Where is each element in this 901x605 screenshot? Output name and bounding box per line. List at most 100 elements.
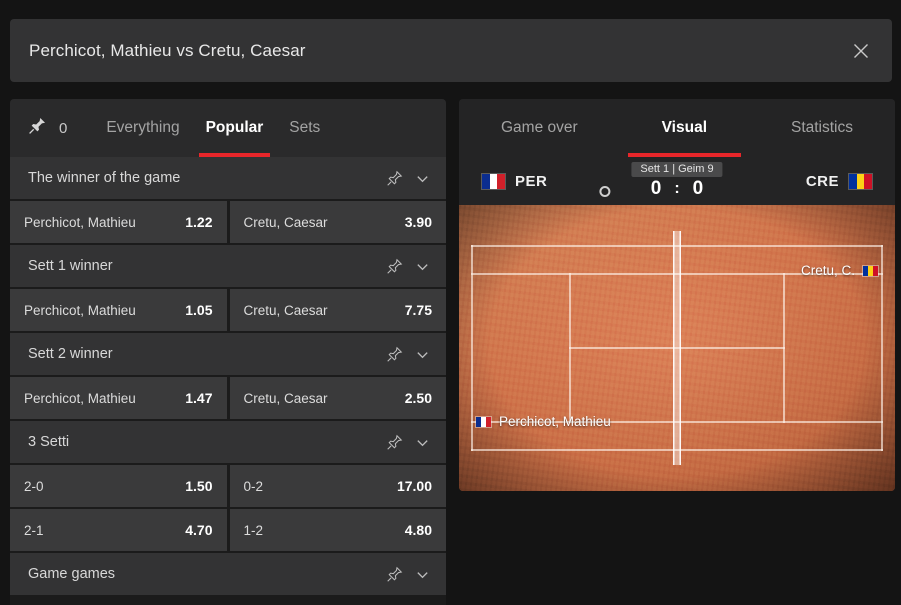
chevron-down-icon[interactable] xyxy=(415,567,430,582)
score-line: 0 : 0 xyxy=(651,178,703,200)
court-player-away-name: Cretu, C. xyxy=(800,263,855,278)
tennis-court-visualization: Perchicot, Mathieu Cretu, C. xyxy=(459,205,895,491)
markets-tabbar: 0 Everything Popular Sets xyxy=(10,99,446,157)
market-header[interactable]: 3 Setti xyxy=(10,421,446,463)
scoreboard: PER Sett 1 | Geim 9 0 : 0 CRE xyxy=(459,157,895,205)
period-badge: Sett 1 | Geim 9 xyxy=(631,162,723,177)
close-button[interactable] xyxy=(844,34,878,68)
serve-ball-icon xyxy=(599,186,611,197)
market-title: 3 Setti xyxy=(28,434,70,450)
court-player-label-away: Cretu, C. xyxy=(801,263,879,278)
tab-sets[interactable]: Sets xyxy=(276,99,333,157)
chevron-down-icon[interactable] xyxy=(415,259,430,274)
selection-name: 2-1 xyxy=(24,522,44,538)
odds-button[interactable]: Cretu, Caesar 3.90 xyxy=(229,201,446,243)
tab-game-over-label: Game over xyxy=(500,119,578,136)
markets-panel: 0 Everything Popular Sets The winner of … xyxy=(10,99,446,605)
selection-odds: 7.75 xyxy=(404,302,432,318)
chevron-down-icon[interactable] xyxy=(415,171,430,186)
page-title: Perchicot, Mathieu vs Cretu, Caesar xyxy=(29,40,306,60)
odds-row: Perchicot, Mathieu 1.22 Cretu, Caesar 3.… xyxy=(10,201,446,243)
odds-row: 2-0 1.50 0-2 17.00 xyxy=(10,465,446,507)
away-team-abbr: CRE xyxy=(805,172,839,190)
selection-name: Cretu, Caesar xyxy=(243,302,328,318)
tab-everything-label: Everything xyxy=(106,119,180,136)
selection-name: Cretu, Caesar xyxy=(243,390,328,406)
window-titlebar: Perchicot, Mathieu vs Cretu, Caesar xyxy=(10,19,892,82)
romania-flag-icon xyxy=(848,172,873,190)
odds-button[interactable]: Cretu, Caesar 7.75 xyxy=(229,289,446,331)
selection-odds: 17.00 xyxy=(396,478,432,494)
selection-name: 0-2 xyxy=(243,478,264,494)
pushpin-outline-icon[interactable] xyxy=(386,346,403,363)
market-title: Sett 2 winner xyxy=(28,346,113,362)
odds-row: Perchicot, Mathieu 1.05 Cretu, Caesar 7.… xyxy=(10,289,446,331)
pinned-count: 0 xyxy=(59,119,68,137)
odds-row: Perchicot, Mathieu 1.47 Cretu, Caesar 2.… xyxy=(10,377,446,419)
market-header[interactable]: The winner of the game xyxy=(10,157,446,199)
score-display: Sett 1 | Geim 9 0 : 0 xyxy=(599,162,723,200)
chevron-down-icon[interactable] xyxy=(415,347,430,362)
away-score: 0 xyxy=(692,178,704,199)
score-separator: : xyxy=(674,180,680,197)
odds-button[interactable]: Perchicot, Mathieu 1.05 xyxy=(10,289,227,331)
tab-visual[interactable]: Visual xyxy=(627,99,742,157)
selection-odds: 2.50 xyxy=(404,390,432,406)
pinned-markets-button[interactable]: 0 xyxy=(28,116,67,140)
romania-flag-icon xyxy=(862,264,879,277)
odds-button[interactable]: 1-2 4.80 xyxy=(229,509,446,551)
selection-name: Perchicot, Mathieu xyxy=(24,390,136,406)
match-view-tabbar: Game over Visual Statistics xyxy=(459,99,895,157)
close-icon xyxy=(851,41,871,61)
odds-button[interactable]: Cretu, Caesar 2.50 xyxy=(229,377,446,419)
pushpin-filled-icon xyxy=(28,116,47,140)
home-team-abbr: PER xyxy=(515,172,548,190)
away-team: CRE xyxy=(805,172,873,190)
tab-popular[interactable]: Popular xyxy=(193,99,277,157)
tab-sets-label: Sets xyxy=(289,119,321,136)
selection-name: Perchicot, Mathieu xyxy=(24,302,136,318)
selection-odds: 1.05 xyxy=(185,302,213,318)
tab-popular-label: Popular xyxy=(205,119,264,136)
market-header[interactable]: Sett 2 winner xyxy=(10,333,446,375)
market-title: Sett 1 winner xyxy=(28,258,113,274)
market-title: The winner of the game xyxy=(28,170,181,186)
tab-statistics[interactable]: Statistics xyxy=(781,99,863,157)
selection-name: Perchicot, Mathieu xyxy=(24,214,136,230)
pushpin-outline-icon[interactable] xyxy=(386,566,403,583)
odds-button[interactable]: Perchicot, Mathieu 1.22 xyxy=(10,201,227,243)
selection-odds: 3.90 xyxy=(404,214,432,230)
tab-statistics-label: Statistics xyxy=(790,119,853,136)
tab-visual-label: Visual xyxy=(661,119,708,136)
selection-odds: 1.22 xyxy=(185,214,213,230)
court-player-home-name: Perchicot, Mathieu xyxy=(499,414,611,429)
odds-button[interactable]: 2-0 1.50 xyxy=(10,465,227,507)
chevron-down-icon[interactable] xyxy=(415,435,430,450)
match-view-panel: Game over Visual Statistics PER Sett 1 |… xyxy=(459,99,895,491)
markets-list: The winner of the game Perchicot, Mathie… xyxy=(10,157,446,595)
pushpin-outline-icon[interactable] xyxy=(386,170,403,187)
court-player-label-home: Perchicot, Mathieu xyxy=(475,414,611,429)
pushpin-outline-icon[interactable] xyxy=(386,258,403,275)
selection-odds: 4.70 xyxy=(185,522,213,538)
odds-button[interactable]: Perchicot, Mathieu 1.47 xyxy=(10,377,227,419)
odds-button[interactable]: 0-2 17.00 xyxy=(229,465,446,507)
selection-odds: 4.80 xyxy=(404,522,432,538)
selection-name: Cretu, Caesar xyxy=(243,214,328,230)
selection-odds: 1.50 xyxy=(185,478,213,494)
court-net xyxy=(673,231,681,465)
odds-row: 2-1 4.70 1-2 4.80 xyxy=(10,509,446,551)
home-score: 0 xyxy=(650,178,662,199)
market-header[interactable]: Sett 1 winner xyxy=(10,245,446,287)
selection-name: 1-2 xyxy=(243,522,264,538)
court-lines xyxy=(459,205,895,491)
market-header[interactable]: Game games xyxy=(10,553,446,595)
selection-odds: 1.47 xyxy=(185,390,213,406)
pushpin-outline-icon[interactable] xyxy=(386,434,403,451)
france-flag-icon xyxy=(481,172,506,190)
odds-button[interactable]: 2-1 4.70 xyxy=(10,509,227,551)
tab-everything[interactable]: Everything xyxy=(93,99,192,157)
home-team: PER xyxy=(481,172,548,190)
selection-name: 2-0 xyxy=(24,478,44,494)
tab-game-over[interactable]: Game over xyxy=(491,99,588,157)
